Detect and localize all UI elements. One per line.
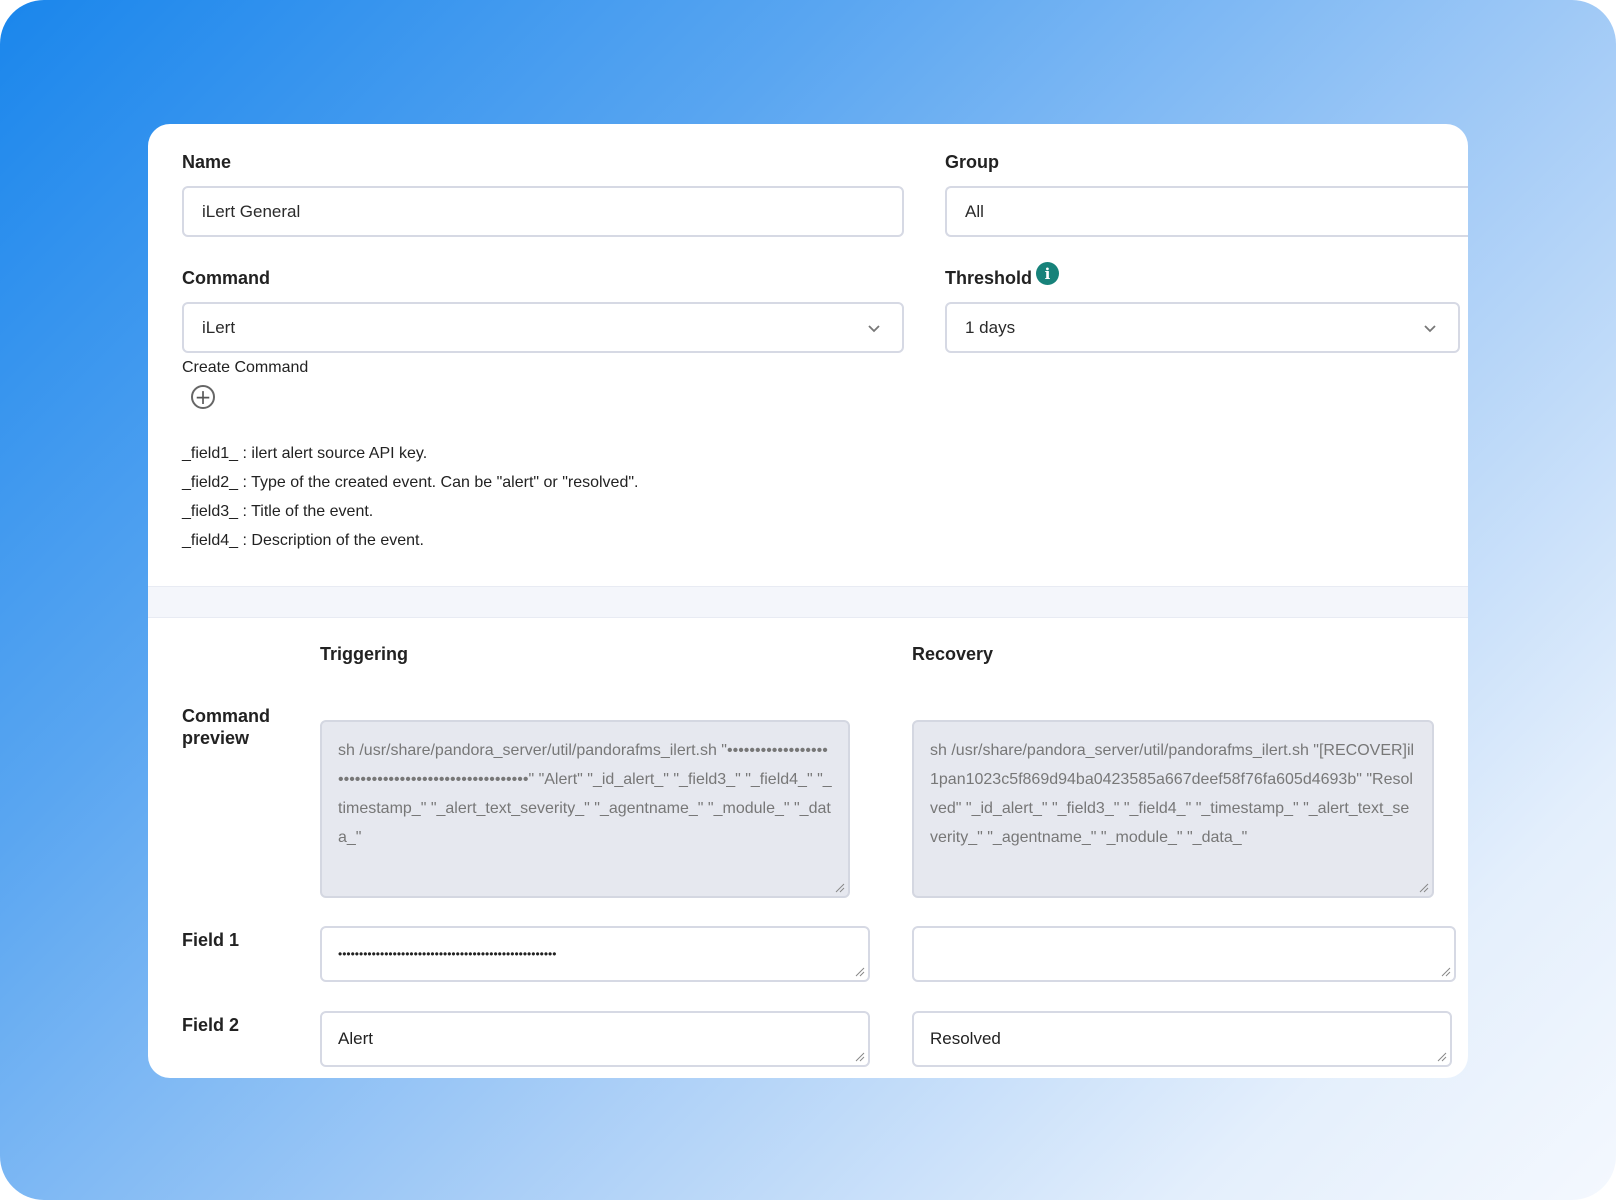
triggering-header: Triggering [320, 644, 409, 664]
field2-recovery-value: Resolved [930, 1029, 1001, 1048]
chevron-down-icon [1424, 324, 1436, 332]
field2-recovery-input[interactable]: Resolved [912, 1011, 1452, 1067]
plus-circle-icon[interactable]: + [191, 385, 215, 409]
chevron-down-icon [868, 324, 880, 332]
recovery-header: Recovery [912, 644, 994, 664]
field1-triggering-value: ••••••••••••••••••••••••••••••••••••••••… [338, 947, 557, 961]
resize-handle-icon[interactable] [855, 1052, 865, 1062]
field1-recovery-input[interactable] [912, 926, 1456, 982]
group-select[interactable]: All [945, 186, 1468, 237]
recovery-command-preview-text: sh /usr/share/pandora_server/util/pandor… [930, 742, 1415, 846]
name-label: Name [182, 152, 232, 172]
threshold-label: Threshold [945, 268, 1033, 288]
info-icon[interactable]: i [1036, 262, 1059, 285]
resize-handle-icon[interactable] [1437, 1052, 1447, 1062]
triggering-command-preview[interactable]: sh /usr/share/pandora_server/util/pandor… [320, 720, 850, 898]
field2-triggering-input[interactable]: Alert [320, 1011, 870, 1067]
threshold-select-value: 1 days [965, 317, 1016, 337]
resize-handle-icon[interactable] [1441, 967, 1451, 977]
gradient-background: Name iLert General Group All Command iLe… [0, 0, 1616, 1200]
field2-triggering-value: Alert [338, 1029, 373, 1048]
section-divider [148, 586, 1468, 618]
group-select-value: All [965, 201, 984, 221]
alert-action-form-card: Name iLert General Group All Command iLe… [148, 124, 1468, 1078]
recovery-command-preview[interactable]: sh /usr/share/pandora_server/util/pandor… [912, 720, 1434, 898]
group-label: Group [945, 152, 999, 172]
command-select-value: iLert [202, 317, 236, 337]
name-input[interactable]: iLert General [182, 186, 904, 237]
command-label: Command [182, 268, 271, 288]
create-command-label: Create Command [182, 359, 309, 376]
help-line-field4: _field4_ : Description of the event. [182, 532, 424, 549]
command-select[interactable]: iLert [182, 302, 904, 353]
field2-label: Field 2 [182, 1015, 240, 1035]
resize-handle-icon[interactable] [835, 883, 845, 893]
resize-handle-icon[interactable] [1419, 883, 1429, 893]
threshold-select[interactable]: 1 days [945, 302, 1460, 353]
resize-handle-icon[interactable] [855, 967, 865, 977]
help-line-field1: _field1_ : ilert alert source API key. [182, 445, 428, 462]
help-line-field2: _field2_ : Type of the created event. Ca… [182, 474, 639, 491]
help-line-field3: _field3_ : Title of the event. [182, 503, 374, 520]
triggering-command-preview-text: sh /usr/share/pandora_server/util/pandor… [338, 742, 832, 846]
command-preview-label: Command preview [182, 706, 271, 748]
field1-triggering-input[interactable]: ••••••••••••••••••••••••••••••••••••••••… [320, 926, 870, 982]
name-input-value: iLert General [202, 201, 301, 221]
field1-label: Field 1 [182, 930, 240, 950]
